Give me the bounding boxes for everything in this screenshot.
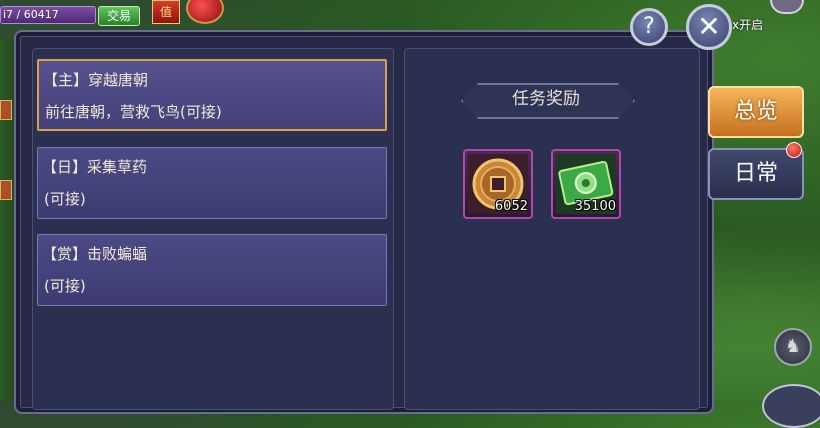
quest-item-daily[interactable]: 【日】采集草药 (可接) <box>37 147 387 219</box>
quest-panel: 【主】穿越唐朝 前往唐朝，营救飞鸟(可接) 【日】采集草药 (可接) 【赏】击败… <box>14 30 714 414</box>
exp-bar: i7 / 60417 <box>0 6 96 24</box>
quest-title: 【日】采集草药 <box>42 158 148 176</box>
trade-button[interactable]: 交易 <box>98 6 140 26</box>
map-button-edge[interactable] <box>770 0 804 14</box>
side-status-text: x开启 <box>732 18 764 32</box>
quest-desc: 前往唐朝，营救飞鸟(可接) <box>45 103 222 121</box>
value-badge[interactable]: 值 <box>152 0 180 24</box>
notification-dot-icon <box>786 142 802 158</box>
horse-icon: ♞ <box>784 336 802 357</box>
help-button[interactable]: ? <box>630 8 668 46</box>
quest-item-main[interactable]: 【主】穿越唐朝 前往唐朝，营救飞鸟(可接) <box>37 59 387 131</box>
event-orb-icon[interactable] <box>186 0 224 24</box>
item-quantity: 35100 <box>574 199 616 214</box>
close-button[interactable]: ✕ <box>686 4 732 50</box>
reward-title: 任务奖励 <box>512 89 580 109</box>
quest-desc: (可接) <box>44 190 86 208</box>
help-icon: ? <box>643 14 655 39</box>
reward-section: 任务奖励 6052 35100 <box>404 48 700 410</box>
close-icon: ✕ <box>697 10 721 43</box>
quest-title: 【赏】击败蝙蝠 <box>42 245 148 263</box>
corner-button[interactable] <box>762 384 820 428</box>
quest-list: 【主】穿越唐朝 前往唐朝，营救飞鸟(可接) 【日】采集草药 (可接) 【赏】击败… <box>32 48 394 410</box>
left-hud-marker <box>0 180 12 200</box>
reward-item-banknote[interactable]: 35100 <box>551 149 621 219</box>
reward-item-coin[interactable]: 6052 <box>463 149 533 219</box>
quest-title: 【主】穿越唐朝 <box>43 71 149 89</box>
tab-overview[interactable]: 总览 <box>708 86 804 138</box>
item-quantity: 6052 <box>494 199 528 214</box>
quest-desc: (可接) <box>44 277 86 295</box>
quest-item-bounty[interactable]: 【赏】击败蝙蝠 (可接) <box>37 234 387 306</box>
reward-header: 任务奖励 <box>461 83 635 119</box>
left-hud-marker <box>0 100 12 120</box>
mount-button[interactable]: ♞ <box>774 328 812 366</box>
